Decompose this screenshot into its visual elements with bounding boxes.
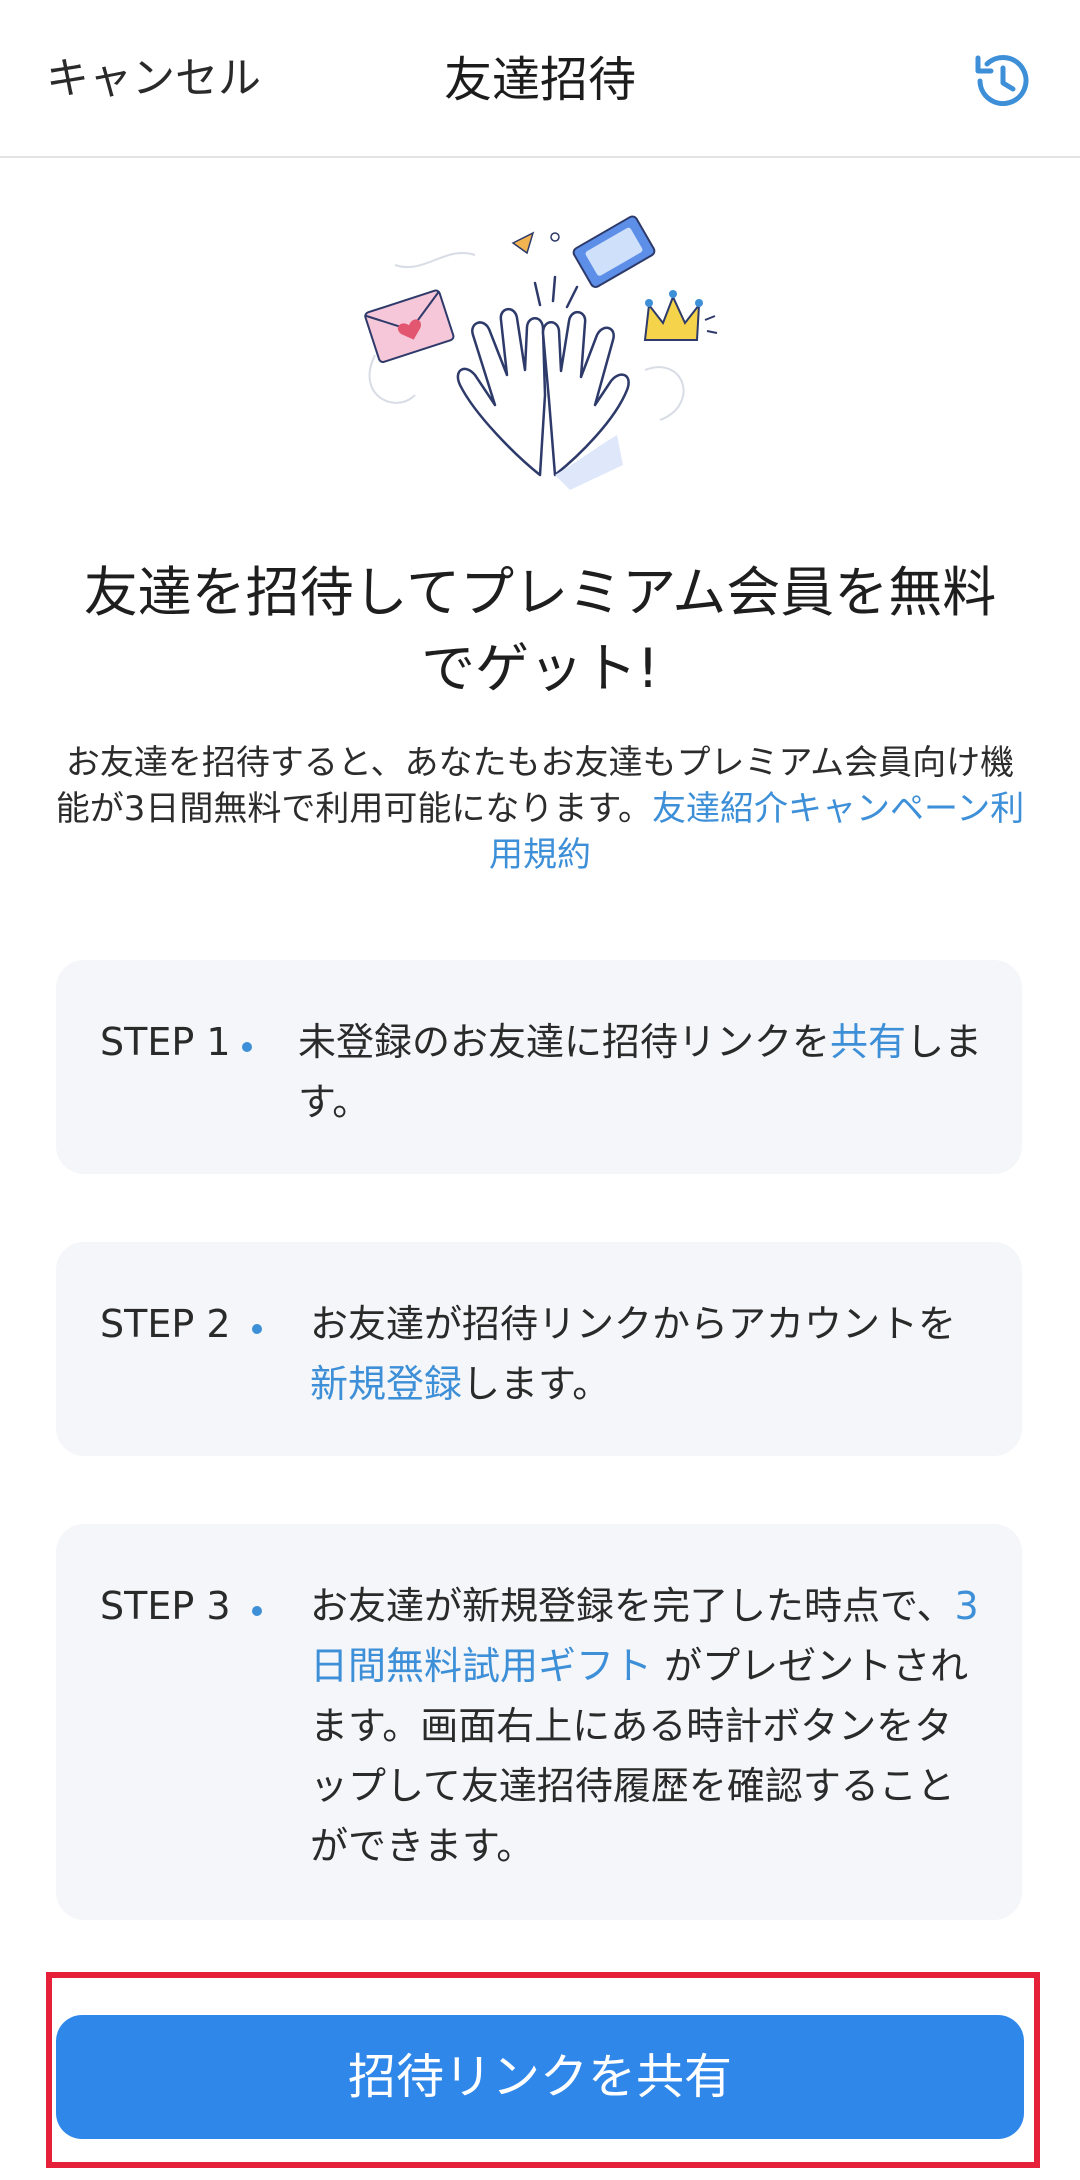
step-bullet-dot [252,1324,262,1334]
promo-headline-line1: 友達を招待してプレミアム会員を無料 [83,561,997,624]
step-bullet-dot [242,1042,252,1052]
promo-headline-line2: でゲット! [421,637,659,700]
new-registration-highlight: 新規登録 [310,1362,463,1406]
cancel-button[interactable]: キャンセル [46,52,261,106]
step-text-part: お友達が新規登録を完了した時点で、 [310,1584,955,1628]
step-description: お友達が新規登録を完了した時点で、3日間無料試用ギフト がプレゼントされます。画… [310,1576,980,1876]
high-five-illustration [355,205,735,505]
step-card-2: STEP 2 お友達が招待リンクからアカウントを新規登録します。 [56,1242,1022,1456]
step-card-1: STEP 1 未登録のお友達に招待リンクを共有します。 [56,960,1022,1174]
step-description: お友達が招待リンクからアカウントを新規登録します。 [310,1294,980,1414]
step-label: STEP 1 [100,1020,231,1064]
step-label: STEP 3 [100,1584,231,1628]
step-label: STEP 2 [100,1302,231,1346]
step-text-part: 未登録のお友達に招待リンクを [298,1020,831,1064]
share-invite-link-button[interactable]: 招待リンクを共有 [56,2015,1024,2139]
step-card-3: STEP 3 お友達が新規登録を完了した時点で、3日間無料試用ギフト がプレゼン… [56,1524,1022,1920]
top-navigation-bar: キャンセル 友達招待 [0,0,1080,158]
history-clock-icon[interactable] [966,46,1036,116]
step-text-part: お友達が招待リンクからアカウントを [310,1302,957,1346]
share-highlight: 共有 [830,1020,907,1064]
step-bullet-dot [252,1606,262,1616]
promo-headline: 友達を招待してプレミアム会員を無料 でゲット! [40,555,1040,707]
step-description: 未登録のお友達に招待リンクを共有します。 [298,1012,988,1132]
step-text-part: します。 [462,1362,611,1406]
promo-description: お友達を招待すると、あなたもお友達もプレミアム会員向け機能が3日間無料で利用可能… [55,740,1025,878]
